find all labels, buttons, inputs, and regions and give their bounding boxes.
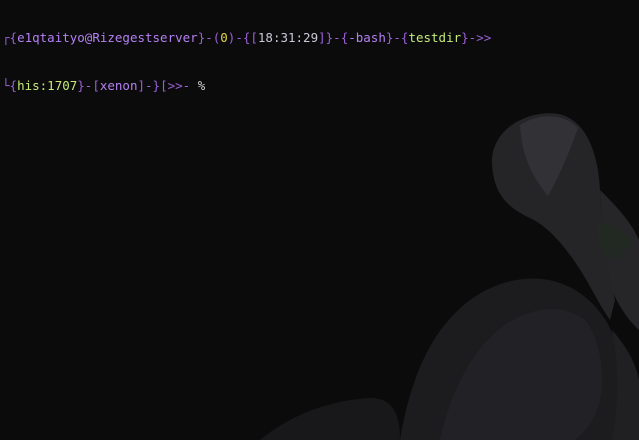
prompt-segment: % [190,78,206,93]
prompt-segment: }-( [197,30,221,45]
prompt-segment: ┌{ [2,30,18,45]
prompt-segment: }->> [461,30,492,45]
prompt-segment: )-{[ [227,30,258,45]
prompt-segment: xenon [99,78,138,93]
prompt-segment: -bash [348,30,386,45]
prompt-segment: }-[ [77,78,100,93]
prompt-segment: 0 [220,30,228,45]
terminal-output[interactable]: ┌{e1qtaityo@Rizegestserver}-(0)-{[18:31:… [2,0,491,126]
prompt-segment: testdir [408,30,462,45]
prompt-segment: }-{ [385,30,409,45]
terminal-window[interactable]: ┌{e1qtaityo@Rizegestserver}-(0)-{[18:31:… [0,0,639,440]
prompt-line-1: ┌{e1qtaityo@Rizegestserver}-(0)-{[18:31:… [2,30,491,46]
prompt-segment: └{ [2,78,18,93]
prompt-segment: his:1707 [17,78,78,93]
prompt-segment: e1qtaityo@Rizegestserver [17,30,198,45]
prompt-segment: 18:31:29 [257,30,319,45]
prompt-line-2: └{his:1707}-[xenon]-}[>>- % [2,78,491,94]
prompt-segment: ]}-{ [318,30,349,45]
prompt-segment: ]-}[>>- [137,78,191,93]
